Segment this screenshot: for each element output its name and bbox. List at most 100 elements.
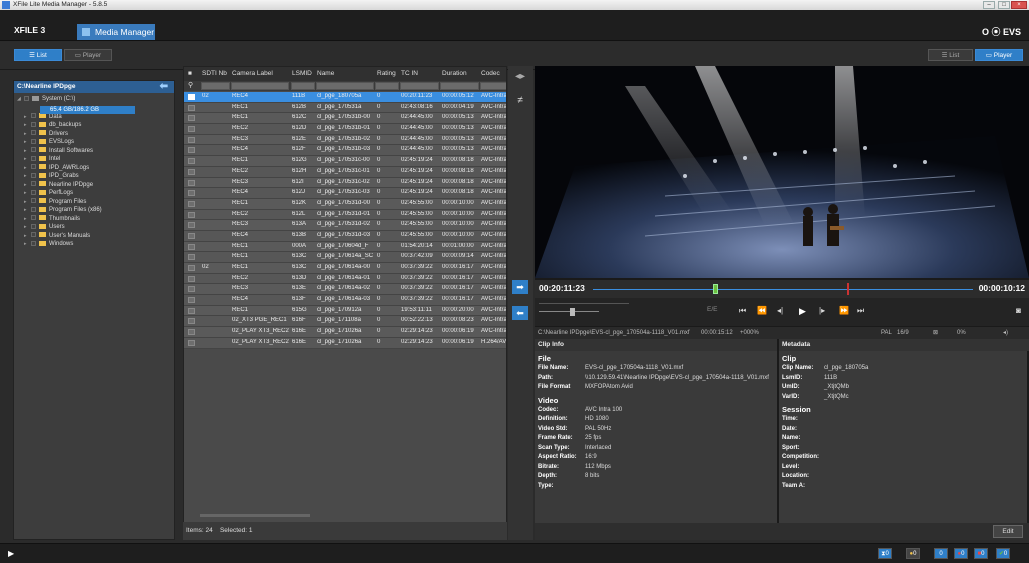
not-equal-icon[interactable]: ≠ [512,94,528,108]
row-checkbox[interactable] [188,94,195,100]
badge-red[interactable]: ●0 [954,548,968,559]
left-list-button[interactable]: ☰ List [14,49,62,61]
ee-mode[interactable]: E/E [707,306,717,313]
col-sdti[interactable]: SDTI Nb [202,70,227,77]
table-row[interactable]: REC4 613F cl_pge_170614a-03 0 00:37:39:22 00:… [184,295,506,306]
row-checkbox[interactable] [188,168,195,175]
row-checkbox[interactable] [188,179,195,186]
col-rating[interactable]: Rating [377,70,396,77]
row-checkbox[interactable] [188,297,195,304]
go-start-icon[interactable]: ⏮ [739,306,746,316]
col-codec[interactable]: Codec [481,70,500,77]
right-list-button[interactable]: ☰ List [928,49,973,61]
safe-area-icon[interactable]: ⊠ [933,327,938,339]
filter-tcin[interactable] [400,82,439,90]
table-row[interactable]: REC4 612J cl_pge_170531c-03 0 02:45:19:24 00:… [184,188,506,199]
tree-folder[interactable]: ▸ Install Softwares [14,147,174,156]
col-camera-label[interactable]: Camera Label [232,70,273,77]
edit-button[interactable]: Edit [993,525,1023,538]
collapse-icon[interactable]: ◂▸ [512,70,528,84]
table-row[interactable]: REC3 612E cl_pge_170531b-02 0 02:44:45:00 00:… [184,134,506,146]
fast-forward-icon[interactable]: ⏩ [839,306,849,315]
row-checkbox[interactable] [188,211,195,218]
audio-icon[interactable]: ◂) [1003,327,1008,339]
snapshot-icon[interactable]: ◙ [1016,306,1021,315]
badge-alert[interactable]: ■0 [974,548,988,559]
table-row[interactable]: REC3 613A cl_pge_170531d-02 0 02:45:55:00 00:… [184,220,506,231]
filter-name[interactable] [316,82,374,90]
table-row[interactable]: REC1 615G cl_pge_170912a 0 19:53:11:11 00:00:… [184,305,506,317]
filter-codec[interactable] [480,82,506,90]
timeline-playhead[interactable] [712,284,718,294]
table-row[interactable]: REC2 612H cl_pge_170531c-01 0 02:45:19:24 00:… [184,166,506,178]
filter-duration[interactable] [440,82,479,90]
expand-play-icon[interactable]: ▶ [8,549,14,558]
filter-sdti[interactable] [201,82,230,90]
table-row[interactable]: REC1 612B cl_pge_170531a 0 02:43:08:16 00:00:… [184,102,506,114]
table-row[interactable]: REC1 612C cl_pge_170531b-00 0 02:44:45:00 00:… [184,113,506,125]
table-row[interactable]: REC4 612F cl_pge_170531b-03 0 02:44:45:00 00:… [184,145,506,157]
step-back-icon[interactable]: ◂| [777,306,783,315]
select-all-checkbox[interactable]: ■ [188,70,192,77]
row-checkbox[interactable] [188,158,195,165]
play-icon[interactable]: ▶ [799,306,806,317]
col-tc-in[interactable]: TC IN [401,70,418,77]
table-row[interactable]: REC4 613B cl_pge_170531d-03 0 02:45:55:00 00:… [184,230,506,242]
row-checkbox[interactable] [188,222,195,229]
badge-blue[interactable]: ⧗0 [878,548,892,559]
step-forward-icon[interactable]: |▸ [819,306,825,315]
tree-folder[interactable]: ▸ IPD_AWRLogs [14,164,174,173]
close-button[interactable]: × [1011,1,1027,9]
table-row[interactable]: REC1 612K cl_pge_170531d-00 0 02:45:55:00 00:… [184,198,506,210]
table-row[interactable]: REC3 612I cl_pge_170531c-02 0 02:45:19:24 00:… [184,177,506,189]
row-checkbox[interactable] [188,104,195,111]
tree-folder[interactable]: ▸ Windows [14,240,174,249]
table-row[interactable]: 02_PLAY XT3_REC2 616E cl_pge_171026a 0 02:29… [184,327,506,338]
tree-folder[interactable]: ▸ Nearline IPDpge [14,181,174,190]
right-player-button[interactable]: ▭ Player [975,49,1023,61]
tree-folder[interactable]: ▸ Users [14,223,174,232]
row-checkbox[interactable] [188,265,195,271]
tree-folder[interactable]: ▸ User's Manuals [14,232,174,241]
table-row[interactable]: REC3 613E cl_pge_170614a-02 0 00:37:39:22 00:… [184,284,506,296]
row-checkbox[interactable] [188,339,195,346]
send-left-arrow-icon[interactable]: ⬅ [512,306,528,320]
tree-folder[interactable]: ▸ db_backups [14,121,174,130]
row-checkbox[interactable] [188,200,195,207]
tree-folder[interactable]: ▸ Thumbnails [14,215,174,224]
row-checkbox[interactable] [188,275,195,282]
badge-green[interactable]: ✔0 [996,548,1010,559]
rewind-icon[interactable]: ⏪ [757,306,767,315]
table-row[interactable]: REC2 612L cl_pge_170531d-01 0 02:45:55:00 00:… [184,209,506,221]
filter-lsmid[interactable] [291,82,315,90]
row-checkbox[interactable] [188,147,195,154]
table-row[interactable]: REC1 613C cl_pge_170614a_SC 0 00:37:42:09 00:… [184,252,506,263]
left-player-button[interactable]: ▭ Player [64,49,112,61]
tab-media-manager[interactable]: Media Manager [77,24,155,40]
table-row[interactable]: REC1 612G cl_pge_170531c-00 0 02:45:19:24 00:… [184,156,506,167]
maximize-button[interactable]: □ [998,1,1010,9]
filter-rating[interactable] [375,82,399,90]
horizontal-scrollbar[interactable] [200,514,310,517]
table-row[interactable]: 02_PLAY XT3_REC2 616E cl_pge_171026a 0 02:29… [184,337,506,349]
go-end-icon[interactable]: ⏭ [857,306,864,316]
timeline-track[interactable] [593,289,973,290]
tree-folder[interactable]: ▸ EVSLogs [14,138,174,147]
tree-folder[interactable]: ▸ Program Files [14,198,174,207]
tree-folder[interactable]: ▸ PerfLogs [14,189,174,198]
row-checkbox[interactable] [188,190,195,197]
shuttle-handle[interactable] [570,308,575,316]
row-checkbox[interactable] [188,136,195,143]
col-lsmid[interactable]: LSMID [292,70,312,77]
row-checkbox[interactable] [188,286,195,293]
badge-yellow[interactable]: ●0 [906,548,920,559]
table-row[interactable]: REC2 612D cl_pge_170531b-01 0 02:44:45:00 00:… [184,124,506,135]
filter-camera[interactable] [231,82,289,90]
col-name[interactable]: Name [317,70,334,77]
table-row[interactable]: REC2 613D cl_pge_170614a-01 0 00:37:39:22 00:… [184,273,506,285]
badge-info[interactable]: 0 [934,548,948,559]
tree-folder[interactable]: ▸ IPD_Grabs [14,172,174,181]
minimize-button[interactable]: – [983,1,995,9]
tree-folder[interactable]: ▸ Intel [14,155,174,164]
col-duration[interactable]: Duration [442,70,467,77]
